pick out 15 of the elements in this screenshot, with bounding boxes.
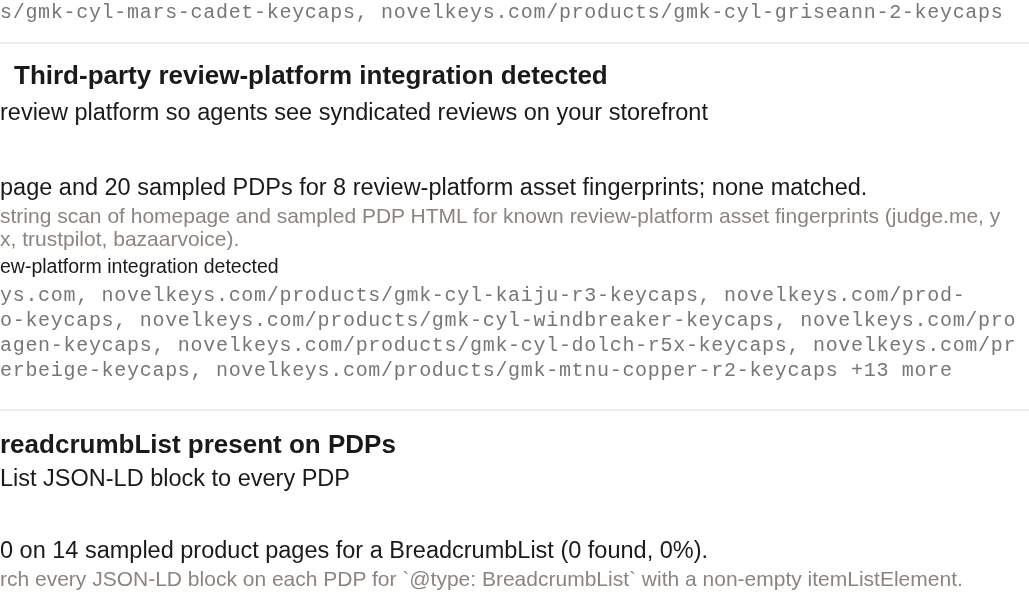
check-title: Third-party review-platform integration detected [13, 60, 609, 90]
check-recommendation: review platform so agents see syndicated reviews on your storefront [0, 98, 709, 126]
check-finding: page and 20 sampled PDPs for 8 review-platform asset fingerprints; none matched. [0, 173, 869, 201]
method-description: string scan of homepage and sampled PDP HTML for known review-platform asset fingerprints (judge.me, y [0, 204, 1002, 227]
method-description: x, trustpilot, bazaarvoice). [0, 227, 241, 250]
evidence-url-list: s/gmk-cyl-mars-cadet-keycaps, novelkeys.com/products/gmk-cyl-griseann-2-keycaps [0, 0, 1029, 25]
evidence-url-list: erbeige-keycaps, novelkeys.com/products/gmk-mtnu-copper-r2-keycaps +13 more [0, 358, 1029, 383]
evidence-label: ew-platform integration detected [0, 255, 280, 277]
evidence-url-list: agen-keycaps, novelkeys.com/products/gmk-cyl-dolch-r5x-keycaps, novelkeys.com/pr [0, 333, 1029, 358]
method-description: rch every JSON-LD block on each PDP for `@type: BreadcrumbList` with a non-empty itemListElement. [0, 567, 964, 590]
check-finding: 0 on 14 sampled product pages for a BreadcrumbList (0 found, 0%). [0, 536, 710, 564]
evidence-url-list: ys.com, novelkeys.com/products/gmk-cyl-kaiju-r3-keycaps, novelkeys.com/prod- [0, 283, 1029, 308]
evidence-url-list: o-keycaps, novelkeys.com/products/gmk-cyl-windbreaker-keycaps, novelkeys.com/pro [0, 308, 1029, 333]
check-title: readcrumbList present on PDPs [0, 429, 397, 459]
check-recommendation: List JSON-LD block to every PDP [0, 464, 351, 492]
